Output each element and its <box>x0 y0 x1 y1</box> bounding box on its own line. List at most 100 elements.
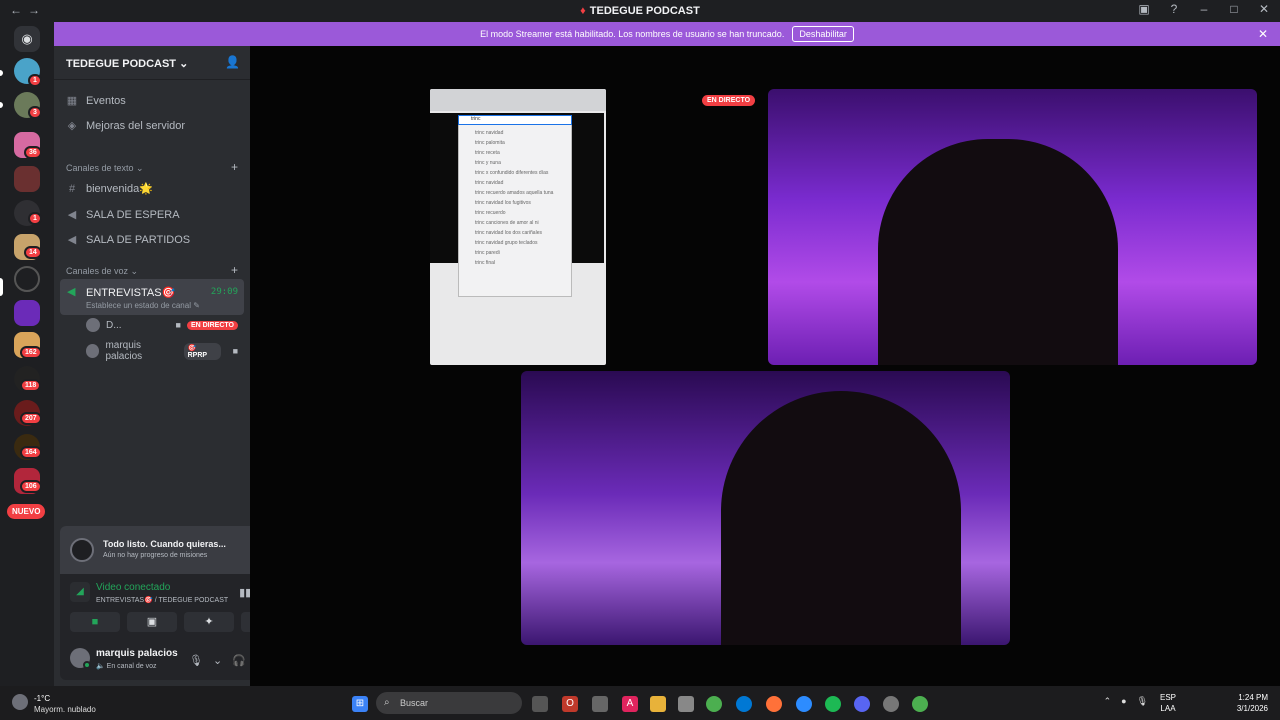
acrobat-icon[interactable]: A <box>622 696 638 712</box>
disable-streamer-button[interactable]: Deshabilitar <box>792 26 854 42</box>
browser-toolbar <box>430 89 606 111</box>
new-badge[interactable]: NUEVO <box>7 504 46 519</box>
server-name: TEDEGUE PODCAST ⌄ <box>66 58 189 70</box>
voice-channels-category[interactable]: Canales de voz ⌄ <box>66 266 138 277</box>
mention-badge: 3 <box>28 106 42 119</box>
mention-badge: 118 <box>20 379 42 392</box>
edge-icon[interactable] <box>736 696 752 712</box>
online-status-icon <box>83 661 91 669</box>
streamer-mode-banner: El modo Streamer está habilitado. Los no… <box>54 22 1280 46</box>
screen-share-tile[interactable]: trinc navidad trinc palomita trinc recet… <box>430 89 606 365</box>
invite-people-icon[interactable]: 👤 <box>225 55 240 69</box>
spotify-icon[interactable] <box>825 696 841 712</box>
mention-badge: 36 <box>24 146 42 159</box>
server-icon[interactable] <box>14 166 40 192</box>
unread-pill <box>0 70 3 76</box>
channel-status[interactable]: Establece un estado de canal ✎ <box>86 301 200 310</box>
participant-video <box>721 391 961 645</box>
speaker-icon: ◀ <box>67 209 77 221</box>
firefox-icon[interactable] <box>766 696 782 712</box>
channel-sala-partidos[interactable]: ◀ SALA DE PARTIDOS <box>66 233 190 247</box>
text-channels-category[interactable]: Canales de texto ⌄ <box>66 163 144 174</box>
server-icon[interactable] <box>14 266 40 292</box>
voice-user[interactable]: D... ■ EN DIRECTO <box>86 318 238 332</box>
selected-pill <box>0 278 3 296</box>
close-window-icon[interactable]: ✕ <box>1256 2 1272 16</box>
hashtag-icon: # <box>68 182 76 195</box>
signal-icon[interactable]: ◢ <box>70 582 90 602</box>
search-label: Buscar <box>400 698 429 708</box>
activities-button[interactable]: ✦ <box>184 612 234 632</box>
server-header[interactable]: TEDEGUE PODCAST ⌄ 👤 <box>54 46 250 80</box>
add-channel-icon[interactable]: + <box>231 160 238 174</box>
participant-video <box>878 139 1118 365</box>
language-code: ESP <box>1159 693 1176 702</box>
task-view-icon[interactable] <box>532 696 548 712</box>
microphone-icon[interactable]: 🎙 <box>1137 696 1148 707</box>
chevron-down-icon[interactable]: ⌄ <box>213 654 222 667</box>
weather-condition: Mayorm. nublado <box>34 705 96 714</box>
clock[interactable]: 1:24 PM 3/1/2026 <box>1237 692 1268 714</box>
server-indicator-icon: ♦ <box>580 5 586 17</box>
speaker-icon: ◀ <box>67 234 77 246</box>
avatar <box>86 344 100 358</box>
streamer-message: El modo Streamer está habilitado. Los no… <box>480 29 785 39</box>
voice-user-name: D... <box>106 319 122 331</box>
app-icon[interactable] <box>592 696 608 712</box>
video-stage: trinc navidad trinc palomita trinc recet… <box>250 46 1280 686</box>
opera-icon[interactable]: O <box>562 696 578 712</box>
minimize-icon[interactable]: – <box>1196 2 1212 16</box>
chevron-up-icon[interactable]: ⌃ <box>1104 696 1112 707</box>
close-icon[interactable]: ✕ <box>1258 27 1268 41</box>
search-icon: ⌕ <box>384 697 390 708</box>
sidebar-item-label: Mejoras del servidor <box>86 119 186 132</box>
voice-channel-name: ENTREVISTAS🎯 <box>86 287 176 299</box>
camera-button[interactable]: ■ <box>70 612 120 632</box>
mention-badge: 207 <box>20 412 42 425</box>
maximize-icon[interactable]: □ <box>1226 2 1242 16</box>
channel-sala-espera[interactable]: ◀ SALA DE ESPERA <box>66 208 180 222</box>
sidebar-item-boosts[interactable]: ◈ Mejoras del servidor <box>66 119 186 133</box>
store-icon[interactable] <box>678 696 694 712</box>
discord-icon[interactable] <box>854 696 870 712</box>
language-indicator[interactable]: ESP LAA <box>1160 692 1176 714</box>
connection-channel[interactable]: ENTREVISTAS🎯 / TEDEGUE PODCAST <box>96 596 228 604</box>
suggestion: trinc canciones de amor al ni <box>475 220 539 226</box>
app-tray-icon[interactable]: ● <box>1121 696 1126 707</box>
server-icon[interactable] <box>14 300 40 326</box>
voice-user[interactable]: marquis palacios 🎯 RPRP ■ <box>86 340 238 362</box>
live-badge: EN DIRECTO <box>702 95 756 106</box>
time: 1:24 PM <box>1238 693 1268 702</box>
windows-start-icon[interactable]: ⊞ <box>352 696 368 712</box>
window-titlebar: ←→ ♦ TEDEGUE PODCAST ▣ ? – □ ✕ <box>0 0 1280 22</box>
sidebar-item-events[interactable]: ▦ Eventos <box>66 94 126 108</box>
suggestion: trinc recuerdo <box>475 210 506 216</box>
add-channel-icon[interactable]: + <box>231 263 238 277</box>
discord-home-icon[interactable]: ◉ <box>14 26 40 52</box>
help-icon[interactable]: ? <box>1166 2 1182 16</box>
search-box: trinc <box>458 115 572 125</box>
chrome-icon[interactable] <box>706 696 722 712</box>
active-voice-channel[interactable]: ◀ ENTREVISTAS🎯 29:09 Establece un estado… <box>60 279 244 315</box>
camera-tile[interactable] <box>521 371 1010 645</box>
calendar-icon: ▦ <box>66 95 78 107</box>
app-icon[interactable] <box>883 696 899 712</box>
file-explorer-icon[interactable] <box>650 696 666 712</box>
camera-tile[interactable] <box>768 89 1257 365</box>
microphone-icon[interactable]: 🎙 <box>189 654 203 667</box>
screen-share-button[interactable]: ▣ <box>127 612 177 632</box>
chrome-icon[interactable] <box>912 696 928 712</box>
channel-sidebar: TEDEGUE PODCAST ⌄ 👤 ▦ Eventos ◈ Mejoras … <box>54 46 297 686</box>
app-icon[interactable] <box>796 696 812 712</box>
headphones-icon[interactable]: 🎧 <box>232 654 246 667</box>
quest-title: Todo listo. Cuando quieras... <box>103 539 226 549</box>
taskbar-search[interactable]: ⌕ Buscar <box>376 692 522 714</box>
username: marquis palacios <box>96 648 178 659</box>
inbox-icon[interactable]: ▣ <box>1136 2 1152 16</box>
mention-badge: 1 <box>28 212 42 225</box>
mention-badge: 106 <box>20 480 42 493</box>
suggestion: trinc paredi <box>475 250 500 256</box>
channel-bienvenida[interactable]: # bienvenida🌟 <box>66 182 153 196</box>
connection-status: Video conectado <box>96 582 171 593</box>
suggestion: trinc receta <box>475 150 500 156</box>
